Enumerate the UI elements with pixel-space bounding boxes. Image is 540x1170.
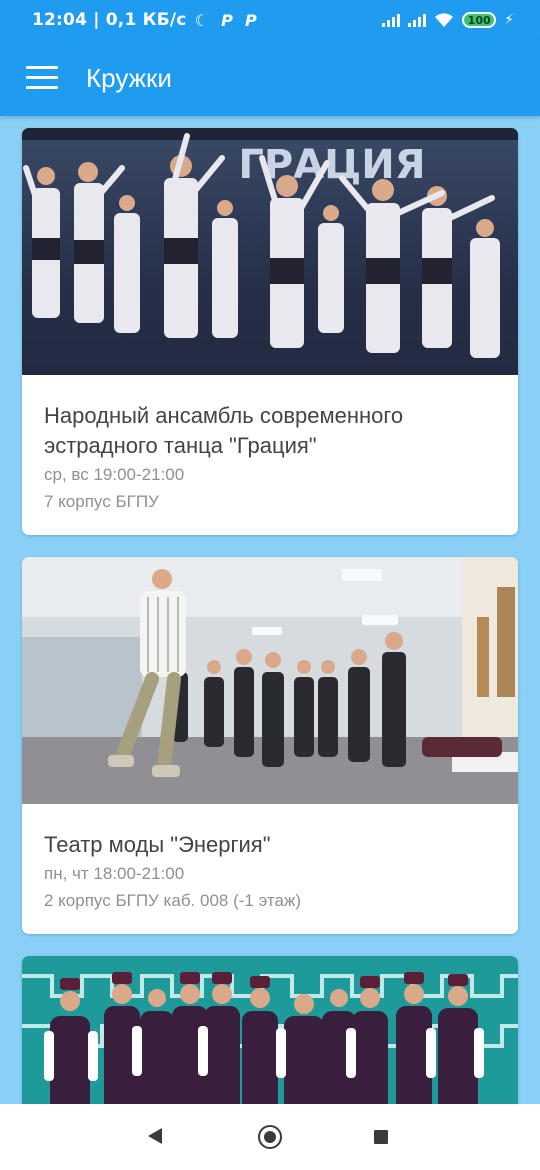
app-bar: Кружки: [0, 40, 540, 116]
p-app-icon: P: [221, 10, 234, 30]
home-icon[interactable]: [258, 1125, 282, 1149]
club-title: Театр моды "Энергия": [44, 832, 271, 857]
club-image-folk-ensemble: [22, 956, 518, 1104]
dance-ensemble-photo: ГРАЦИЯ: [22, 128, 518, 375]
club-card-text: Театр моды "Энергия" пн, чт 18:00-21:00 …: [22, 804, 518, 914]
club-schedule: ср, вс 19:00-21:00: [44, 465, 185, 484]
charging-icon: ⚡: [504, 12, 514, 28]
status-left: 12:04 | 0,1 КБ/с ☾ P P: [32, 0, 257, 40]
moon-icon: ☾: [194, 10, 210, 30]
status-speed: 0,1 КБ/с: [105, 10, 187, 30]
fashion-theatre-photo: [22, 557, 518, 804]
club-image-dance-ensemble: ГРАЦИЯ: [22, 128, 518, 375]
status-bar: 12:04 | 0,1 КБ/с ☾ P P 100 ⚡: [0, 0, 540, 40]
folk-ensemble-photo: [22, 956, 518, 1104]
signal-icon: [382, 13, 401, 27]
club-title: Народный ансамбль современного эстрадног…: [44, 403, 404, 458]
hamburger-menu-icon[interactable]: [26, 66, 58, 90]
signal-icon: [408, 13, 427, 27]
status-right: 100 ⚡: [382, 0, 514, 40]
system-navigation-bar: [0, 1104, 540, 1170]
back-icon[interactable]: [148, 1128, 162, 1144]
wifi-icon: [435, 13, 454, 27]
status-separator: |: [87, 10, 106, 30]
club-location: 7 корпус БГПУ: [44, 492, 159, 511]
status-time: 12:04: [32, 10, 88, 30]
club-location: 2 корпус БГПУ каб. 008 (-1 этаж): [44, 891, 301, 910]
p-app-icon: P: [245, 10, 257, 30]
club-image-fashion-theatre: [22, 557, 518, 804]
club-card-energiya[interactable]: Театр моды "Энергия" пн, чт 18:00-21:00 …: [22, 557, 518, 934]
recents-icon[interactable]: [374, 1130, 388, 1144]
page-title: Кружки: [86, 62, 172, 93]
club-list[interactable]: ГРАЦИЯ Народный ансамбль современного эс…: [0, 116, 540, 1104]
club-schedule: пн, чт 18:00-21:00: [44, 864, 185, 883]
club-card-folk[interactable]: [22, 956, 518, 1104]
battery-level: 100: [467, 13, 491, 27]
battery-icon: 100: [462, 12, 497, 28]
club-card-gratsiya[interactable]: ГРАЦИЯ Народный ансамбль современного эс…: [22, 128, 518, 535]
club-card-text: Народный ансамбль современного эстрадног…: [22, 375, 518, 515]
